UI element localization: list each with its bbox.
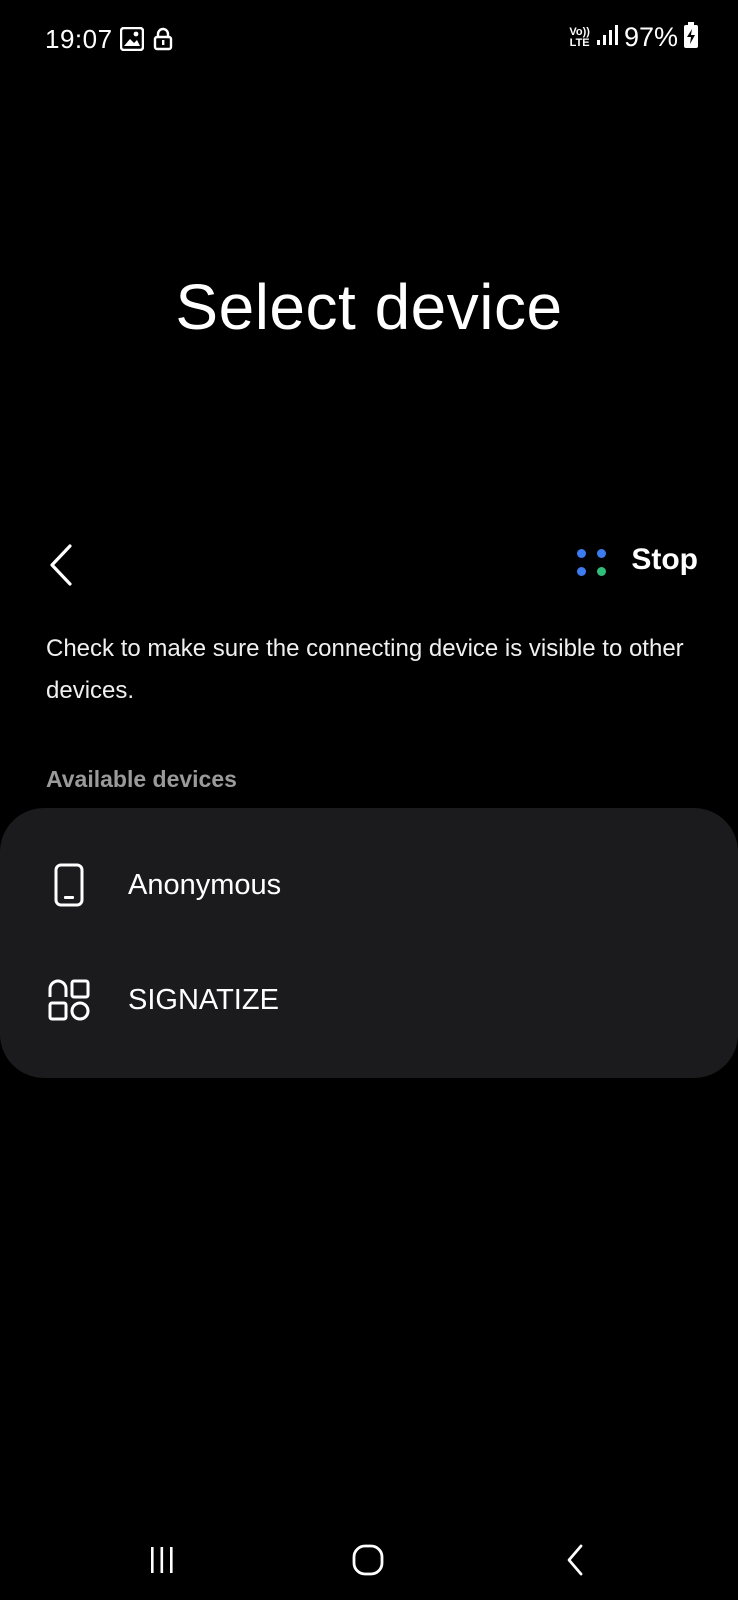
home-icon: [352, 1544, 384, 1576]
apps-icon: [45, 976, 93, 1024]
nav-back-button[interactable]: [546, 1538, 606, 1582]
home-button[interactable]: [338, 1538, 398, 1582]
section-header: Available devices: [46, 766, 237, 792]
device-name: SIGNATIZE: [128, 983, 279, 1016]
recents-button[interactable]: [132, 1538, 192, 1582]
device-list: Anonymous SIGNATIZE: [0, 808, 738, 1078]
stop-button[interactable]: Stop: [577, 543, 698, 577]
device-item-signatize[interactable]: SIGNATIZE: [0, 933, 738, 1067]
stop-label: Stop: [631, 543, 698, 576]
battery-percentage: 97%: [623, 22, 678, 52]
scanning-dots-icon: [577, 543, 607, 577]
chevron-left-icon: [50, 544, 72, 586]
device-item-anonymous[interactable]: Anonymous: [0, 818, 738, 952]
recents-icon: [151, 1547, 173, 1573]
page-title: Select device: [175, 271, 563, 343]
lock-icon: [153, 27, 173, 56]
signal-icon: [596, 24, 618, 51]
volte-indicator: Vo)) LTE: [569, 25, 590, 49]
navigation-bar: [0, 1520, 738, 1600]
back-button[interactable]: [40, 538, 84, 592]
description-text: Check to make sure the connecting device…: [46, 635, 684, 704]
phone-icon: [45, 861, 93, 909]
status-time: 19:07: [45, 24, 113, 54]
device-name: Anonymous: [128, 868, 282, 901]
battery-charging-icon: [684, 22, 698, 53]
image-icon: [119, 26, 145, 56]
back-icon: [567, 1544, 583, 1576]
status-bar: 19:07 Vo)) LTE 97%: [0, 0, 738, 80]
status-right: Vo)) LTE 97%: [569, 22, 698, 53]
